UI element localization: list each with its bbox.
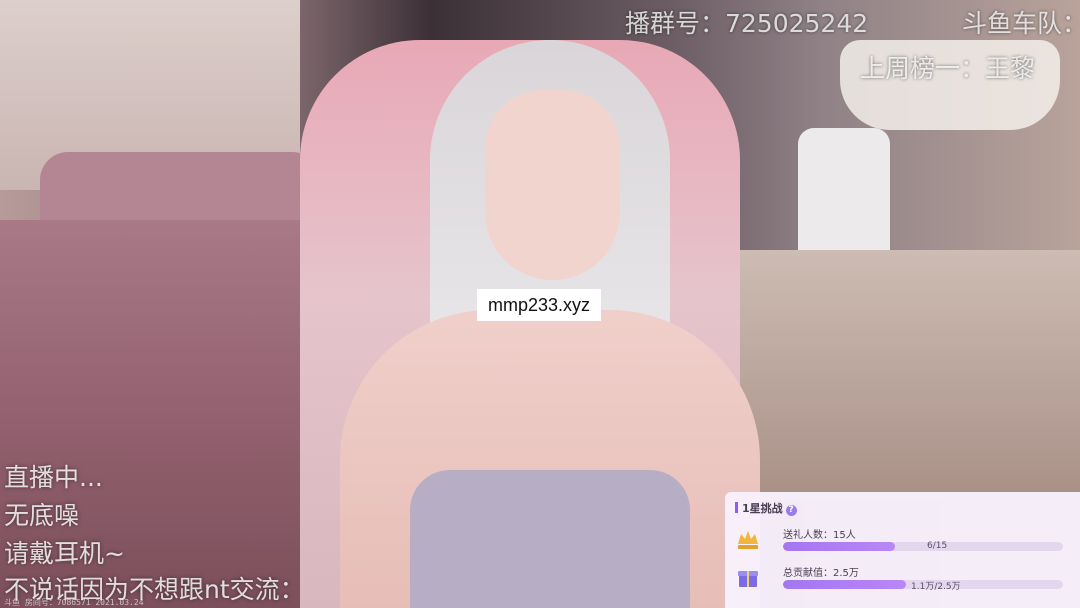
- weekly-rank-text: 上周榜一：王黎: [860, 54, 1036, 83]
- status-line-1: 直播中...: [4, 463, 103, 492]
- gift-count-progress-text: 6/15: [927, 541, 948, 551]
- crown-icon: [738, 531, 758, 549]
- help-icon[interactable]: ?: [785, 505, 797, 516]
- gift-count-progress-fill: [783, 542, 895, 551]
- room-info-text: 斗鱼 房间号：7086571 2021.03.24: [4, 598, 144, 607]
- gift-count-row: 送礼人数：15人 6/15: [735, 524, 1070, 560]
- contribution-row: 总贡献值：2.5万 1.1万/2.5万: [735, 562, 1070, 598]
- panel-title: 1星挑战?: [735, 500, 797, 516]
- gift-icon: [738, 571, 758, 587]
- contribution-label: 总贡献值：2.5万: [783, 568, 859, 579]
- dress: [410, 470, 690, 608]
- gift-count-progress: [783, 542, 1063, 551]
- desk: [730, 250, 1080, 500]
- challenge-panel: 1星挑战? 送礼人数：15人 6/15 总贡献值：2.5万 1.1万/2.5万: [725, 492, 1080, 608]
- group-number-text: 播群号：725025242: [625, 9, 869, 38]
- contribution-progress-text: 1.1万/2.5万: [911, 582, 961, 592]
- status-line-3: 请戴耳机~: [4, 539, 125, 568]
- contribution-progress-fill: [783, 580, 907, 589]
- team-text: 斗鱼车队：: [962, 9, 1080, 38]
- face: [485, 90, 620, 280]
- status-line-2: 无底噪: [4, 501, 80, 530]
- title-accent-bar: [735, 502, 738, 513]
- gift-count-label: 送礼人数：15人: [783, 530, 856, 541]
- watermark-label: mmp233.xyz: [477, 289, 601, 321]
